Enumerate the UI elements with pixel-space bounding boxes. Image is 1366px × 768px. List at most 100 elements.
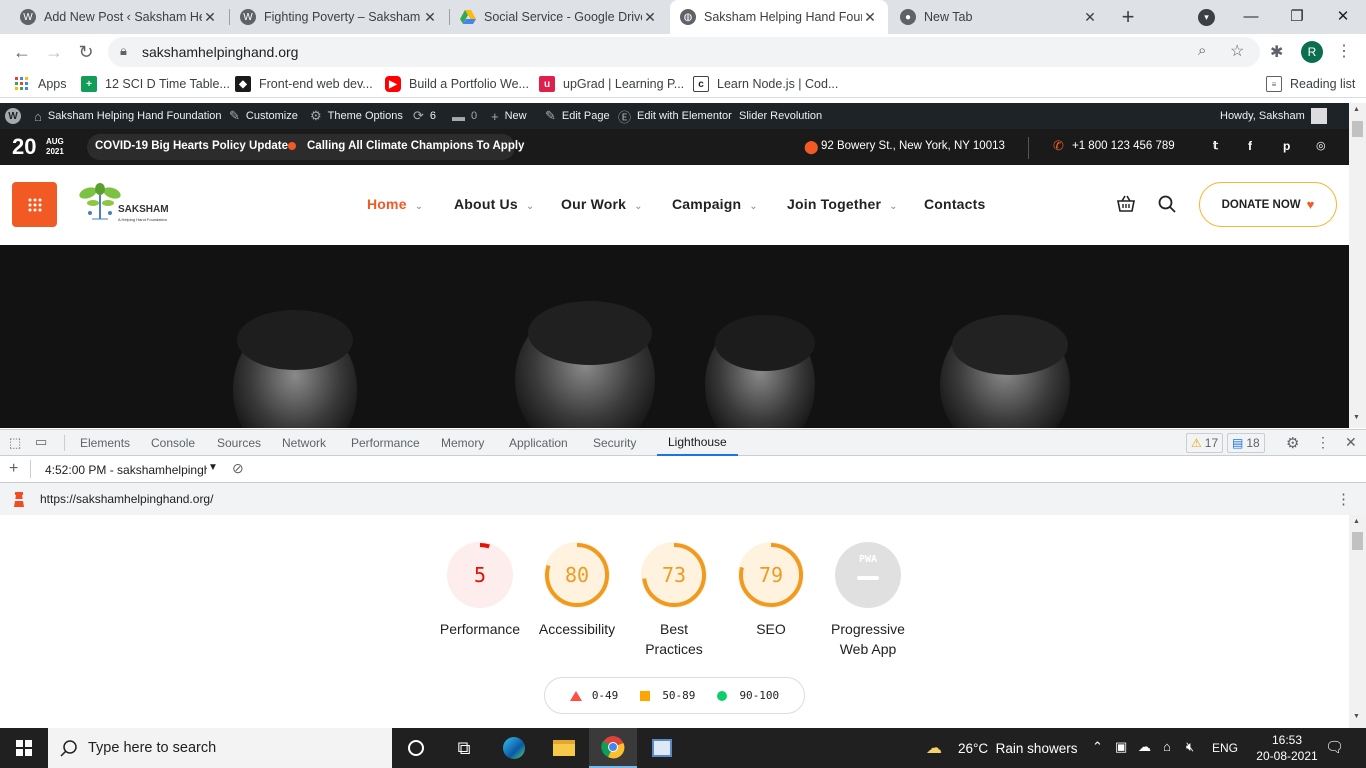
tab-search-icon[interactable]: ▾: [1198, 9, 1215, 26]
reading-list-button[interactable]: ≡ Reading list: [1266, 75, 1355, 93]
wp-theme-options[interactable]: ⚙ Theme Options: [310, 103, 403, 129]
devtools-tab-sources[interactable]: Sources: [217, 430, 261, 456]
bookmark-item[interactable]: c Learn Node.js | Cod...: [693, 75, 838, 93]
news-item[interactable]: COVID-19 Big Hearts Policy Update: [95, 140, 288, 152]
meet-now-icon[interactable]: ▣: [1115, 739, 1127, 755]
bookmark-item[interactable]: + 12 SCI D Time Table...: [81, 75, 230, 93]
task-view-icon[interactable]: ⧉: [440, 728, 488, 768]
instagram-icon[interactable]: ◎: [1316, 139, 1326, 152]
chrome-taskbar-icon[interactable]: [589, 728, 637, 768]
score-gauge-best-practices[interactable]: 73: [641, 542, 707, 608]
wp-slider-revolution[interactable]: Slider Revolution: [739, 103, 822, 129]
page-scrollbar[interactable]: ▲ ▼: [1349, 103, 1366, 428]
notifications-icon[interactable]: 🗨︎: [1325, 738, 1344, 756]
score-gauge-performance[interactable]: 5: [447, 542, 513, 608]
close-tab-icon[interactable]: ✕: [1082, 9, 1098, 26]
extensions-icon[interactable]: ✱: [1270, 42, 1283, 62]
dropdown-arrow-icon[interactable]: ▼: [208, 462, 218, 473]
edge-icon[interactable]: [490, 728, 538, 768]
browser-tab[interactable]: Social Service - Google Drive ✕: [450, 0, 668, 34]
browser-tab[interactable]: W Fighting Poverty – Saksham H ✕: [230, 0, 448, 34]
restore-icon[interactable]: ❐: [1274, 0, 1320, 32]
news-item[interactable]: Calling All Climate Champions To Apply: [307, 140, 524, 152]
report-url[interactable]: https://sakshamhelpinghand.org/: [40, 492, 213, 506]
address-bar[interactable]: 🔒︎ sakshamhelpinghand.org ⌕ ☆: [108, 37, 1260, 67]
wp-edit-elementor[interactable]: Ⓔ Edit with Elementor: [618, 103, 732, 129]
report-scrollbar[interactable]: ▲ ▼: [1349, 515, 1366, 728]
devtools-tab-console[interactable]: Console: [151, 430, 195, 456]
scroll-down-icon[interactable]: ▼: [1353, 414, 1360, 421]
forward-icon[interactable]: →: [40, 38, 68, 66]
score-gauge-seo[interactable]: 79: [738, 542, 804, 608]
scroll-down-icon[interactable]: ▼: [1353, 713, 1360, 720]
bookmark-item[interactable]: ▶ Build a Portfolio We...: [385, 75, 529, 93]
clock[interactable]: 16:53 20-08-2021: [1252, 732, 1322, 764]
wp-comments[interactable]: ▬ 0: [452, 103, 477, 129]
url-text[interactable]: sakshamhelpinghand.org: [142, 44, 298, 60]
close-window-icon[interactable]: ✕: [1320, 0, 1366, 32]
devtools-tab-application[interactable]: Application: [509, 430, 568, 456]
scroll-up-icon[interactable]: ▲: [1353, 106, 1360, 113]
battery-icon[interactable]: ⌂: [1163, 739, 1171, 754]
scrollbar-thumb[interactable]: [1352, 532, 1363, 550]
back-icon[interactable]: ←: [8, 38, 36, 66]
basket-icon[interactable]: [1116, 194, 1136, 214]
browser-tab[interactable]: W Add New Post ‹ Saksham Hel ✕: [10, 0, 228, 34]
nav-contacts[interactable]: Contacts: [924, 196, 986, 212]
menu-icon[interactable]: ⋮: [1336, 41, 1352, 61]
file-explorer-icon[interactable]: [540, 728, 588, 768]
score-gauge-progressive-web-app[interactable]: PWA: [835, 542, 901, 608]
devtools-tab-memory[interactable]: Memory: [441, 430, 484, 456]
profile-avatar[interactable]: R: [1301, 41, 1323, 63]
devtools-menu-icon[interactable]: ⋮: [1316, 434, 1330, 451]
devtools-tab-elements[interactable]: Elements: [80, 430, 130, 456]
wp-customize[interactable]: ✎ Customize: [229, 103, 298, 129]
photos-app-icon[interactable]: [638, 728, 686, 768]
nav-our-work[interactable]: Our Work ⌄: [561, 196, 643, 212]
bookmark-item[interactable]: u upGrad | Learning P...: [539, 75, 684, 93]
report-selector[interactable]: 4:52:00 PM - sakshamhelpingh: [45, 463, 207, 477]
browser-tab-active[interactable]: ◍ Saksham Helping Hand Foun ✕: [670, 0, 888, 34]
nav-join-together[interactable]: Join Together ⌄: [787, 196, 898, 212]
score-gauge-accessibility[interactable]: 80: [544, 542, 610, 608]
taskbar-search-box[interactable]: Type here to search: [48, 728, 392, 768]
close-tab-icon[interactable]: ✕: [642, 9, 658, 26]
windows-start-icon[interactable]: [0, 728, 48, 768]
new-tab-button[interactable]: +: [1116, 4, 1140, 29]
nav-campaign[interactable]: Campaign ⌄: [672, 196, 758, 212]
wp-new[interactable]: + New: [491, 103, 527, 129]
scrollbar-thumb[interactable]: [1352, 121, 1363, 137]
pinterest-icon[interactable]: p: [1283, 139, 1290, 153]
phone-text[interactable]: +1 800 123 456 789: [1072, 140, 1175, 152]
bookmark-item[interactable]: ◆ Front-end web dev...: [235, 75, 373, 93]
close-tab-icon[interactable]: ✕: [202, 9, 218, 26]
menu-grid-button[interactable]: [12, 182, 57, 227]
bookmark-star-icon[interactable]: ☆: [1230, 41, 1244, 61]
search-icon[interactable]: [1158, 195, 1176, 213]
weather-text[interactable]: 26°C Rain showers: [958, 741, 1077, 756]
devtools-tab-network[interactable]: Network: [282, 430, 326, 456]
reload-icon[interactable]: ↻: [72, 38, 100, 66]
nav-about-us[interactable]: About Us ⌄: [454, 196, 534, 212]
site-logo[interactable]: SAKSHAM A Helping Hand Foundation: [76, 183, 186, 225]
minimize-icon[interactable]: —: [1228, 0, 1274, 32]
devtools-tab-lighthouse[interactable]: Lighthouse: [657, 430, 738, 456]
close-tab-icon[interactable]: ✕: [862, 9, 878, 26]
devtools-settings-icon[interactable]: ⚙: [1286, 434, 1299, 452]
language-indicator[interactable]: ENG: [1212, 741, 1238, 755]
warnings-badge[interactable]: ⚠ 17: [1186, 433, 1224, 453]
nav-home[interactable]: Home ⌄: [367, 196, 423, 212]
devtools-tab-performance[interactable]: Performance: [351, 430, 420, 456]
devtools-tab-security[interactable]: Security: [593, 430, 636, 456]
inspect-element-icon[interactable]: ⬚: [9, 435, 21, 451]
network-icon[interactable]: ☁: [1138, 739, 1151, 755]
report-menu-icon[interactable]: ⋮: [1336, 490, 1351, 508]
wp-site-name[interactable]: ⌂ Saksham Helping Hand Foundation: [34, 103, 222, 129]
messages-badge[interactable]: ▤ 18: [1227, 433, 1265, 453]
volume-muted-icon[interactable]: 🔇︎: [1186, 739, 1194, 755]
wp-updates[interactable]: ⟳ 6: [413, 103, 436, 129]
twitter-icon[interactable]: 𝕥: [1213, 139, 1218, 152]
close-tab-icon[interactable]: ✕: [422, 9, 438, 26]
donate-now-button[interactable]: DONATE NOW ♥: [1199, 182, 1337, 227]
cortana-icon[interactable]: [392, 728, 440, 768]
